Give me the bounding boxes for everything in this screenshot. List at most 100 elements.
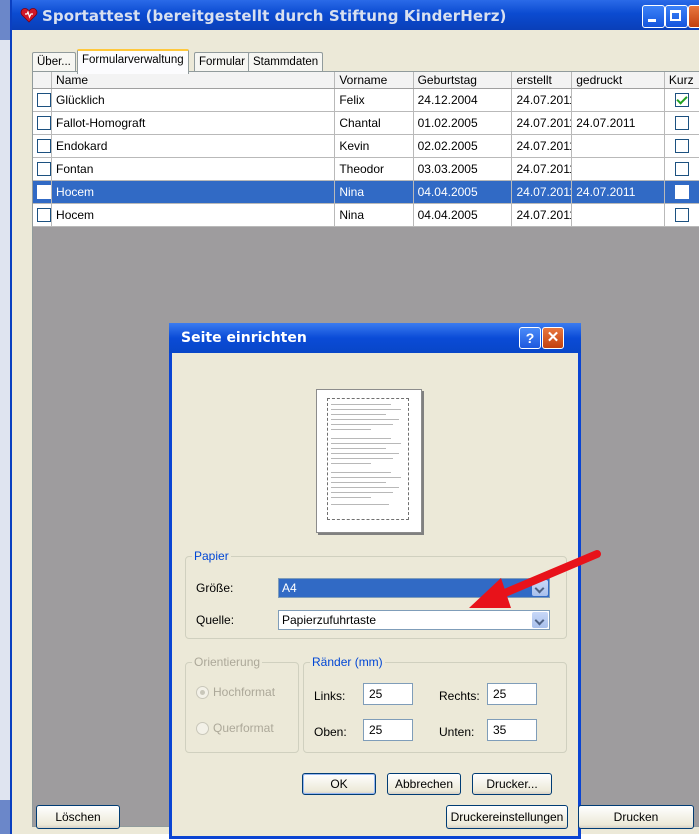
preview-text-line (331, 504, 389, 505)
minimize-icon (648, 19, 656, 22)
heart-app-icon (20, 8, 38, 23)
maximize-button[interactable] (665, 5, 688, 28)
drucker-button[interactable]: Drucker... (472, 773, 552, 795)
header-gedruckt[interactable]: gedruckt (571, 72, 665, 89)
row-select-cell[interactable] (33, 134, 53, 158)
row-select-cell[interactable] (33, 180, 53, 204)
main-window: Sportattest (bereitgestellt durch Stiftu… (10, 0, 699, 839)
preview-text-line (331, 424, 393, 425)
preview-text-line (331, 463, 371, 464)
preview-text-line (331, 497, 371, 498)
preview-text-line (331, 438, 391, 439)
cell-kurz[interactable] (664, 203, 699, 227)
hochformat-radio[interactable]: Hochformat (196, 685, 275, 700)
cell-kurz[interactable] (664, 157, 699, 181)
row-checkbox[interactable] (37, 93, 51, 108)
kurz-checkbox[interactable] (674, 93, 689, 108)
unten-label: Unten: (439, 725, 475, 739)
help-button[interactable]: ? (519, 327, 541, 349)
cell-kurz[interactable] (664, 111, 699, 135)
ok-button[interactable]: OK (302, 773, 376, 795)
oben-label: Oben: (314, 725, 347, 739)
cell-geburtstag: 01.02.2005 (413, 111, 513, 135)
loeschen-button[interactable]: Löschen (36, 805, 120, 829)
table-row-selected[interactable]: Hocem Nina 04.04.2005 24.07.2011 24.07.2… (33, 180, 699, 204)
minimize-button[interactable] (642, 5, 665, 28)
quelle-label: Quelle: (196, 613, 235, 627)
row-checkbox[interactable] (37, 139, 51, 154)
row-checkbox[interactable] (37, 116, 51, 131)
row-select-cell[interactable] (33, 111, 53, 135)
kurz-checkbox[interactable] (674, 185, 689, 200)
cell-vorname: Nina (334, 180, 414, 204)
orientierung-legend: Orientierung (194, 655, 261, 669)
links-label: Links: (314, 689, 346, 703)
title-bar[interactable]: Sportattest (bereitgestellt durch Stiftu… (12, 0, 699, 30)
cell-geburtstag: 03.03.2005 (413, 157, 513, 181)
cell-vorname: Theodor (334, 157, 414, 181)
rechts-input[interactable]: 25 (487, 683, 537, 705)
tab-stammdaten[interactable]: Stammdaten (248, 52, 324, 72)
unten-input[interactable]: 35 (487, 719, 537, 741)
preview-text-line (331, 409, 401, 410)
cell-kurz[interactable] (664, 134, 699, 158)
kurz-checkbox[interactable] (674, 139, 689, 154)
querformat-radio[interactable]: Querformat (196, 721, 274, 736)
cell-erstellt: 24.07.2011 (511, 180, 573, 204)
table-row[interactable]: Fallot-Homograft Chantal 01.02.2005 24.0… (33, 111, 699, 135)
header-name[interactable]: Name (51, 72, 336, 89)
background-window-edge (0, 40, 10, 800)
header-geburtstag[interactable]: Geburtstag (413, 72, 513, 89)
papier-legend: Papier (194, 549, 229, 563)
table-row[interactable]: Endokard Kevin 02.02.2005 24.07.2011 (33, 134, 699, 158)
preview-text-line (331, 404, 391, 405)
row-checkbox[interactable] (37, 185, 51, 200)
cell-kurz[interactable] (664, 88, 699, 112)
kurz-checkbox[interactable] (674, 162, 689, 177)
kurz-checkbox[interactable] (674, 208, 689, 223)
oben-input[interactable]: 25 (363, 719, 413, 741)
abbrechen-button[interactable]: Abbrechen (387, 773, 461, 795)
header-vorname[interactable]: Vorname (334, 72, 414, 89)
dialog-close-button[interactable]: ✕ (542, 327, 564, 349)
druckereinstellungen-button[interactable]: Druckereinstellungen (446, 805, 568, 829)
cell-kurz[interactable] (664, 180, 699, 204)
table-header-row: Name Vorname Geburtstag erstellt gedruck… (33, 72, 699, 89)
cell-erstellt: 24.07.2011 (511, 111, 573, 135)
querformat-label: Querformat (213, 721, 274, 735)
row-select-cell[interactable] (33, 203, 53, 227)
cell-vorname: Kevin (334, 134, 414, 158)
kurz-checkbox[interactable] (674, 116, 689, 131)
annotation-arrow-icon (469, 550, 601, 608)
table-row[interactable]: Glücklich Felix 24.12.2004 24.07.2011 (33, 88, 699, 112)
table-row[interactable]: Fontan Theodor 03.03.2005 24.07.2011 (33, 157, 699, 181)
cell-geburtstag: 02.02.2005 (413, 134, 513, 158)
orientierung-group: Orientierung (185, 655, 299, 753)
drucken-button[interactable]: Drucken (578, 805, 694, 829)
links-input[interactable]: 25 (363, 683, 413, 705)
tab-ueber[interactable]: Über... (32, 52, 76, 72)
rechts-label: Rechts: (439, 689, 480, 703)
cell-gedruckt: 24.07.2011 (571, 180, 665, 204)
table-row[interactable]: Hocem Nina 04.04.2005 24.07.2011 (33, 203, 699, 227)
tab-formular[interactable]: Formular (194, 52, 251, 72)
tab-formularverwaltung[interactable]: Formularverwaltung (77, 49, 189, 74)
cell-name: Glücklich (51, 88, 336, 112)
header-kurz[interactable]: Kurz (664, 72, 699, 89)
quelle-select[interactable]: Papierzufuhrtaste (278, 610, 550, 630)
row-select-cell[interactable] (33, 157, 53, 181)
forms-table: Name Vorname Geburtstag erstellt gedruck… (33, 72, 699, 227)
cell-gedruckt (571, 88, 665, 112)
page-preview (316, 389, 422, 533)
cell-geburtstag: 04.04.2005 (413, 203, 513, 227)
chevron-down-icon[interactable] (532, 612, 548, 628)
row-checkbox[interactable] (37, 162, 51, 177)
cell-geburtstag: 04.04.2005 (413, 180, 513, 204)
cell-gedruckt (571, 203, 665, 227)
preview-text-line (331, 453, 399, 454)
preview-text-line (331, 443, 401, 444)
header-erstellt[interactable]: erstellt (511, 72, 573, 89)
row-select-cell[interactable] (33, 88, 53, 112)
close-button[interactable] (688, 5, 699, 28)
row-checkbox[interactable] (37, 208, 51, 223)
